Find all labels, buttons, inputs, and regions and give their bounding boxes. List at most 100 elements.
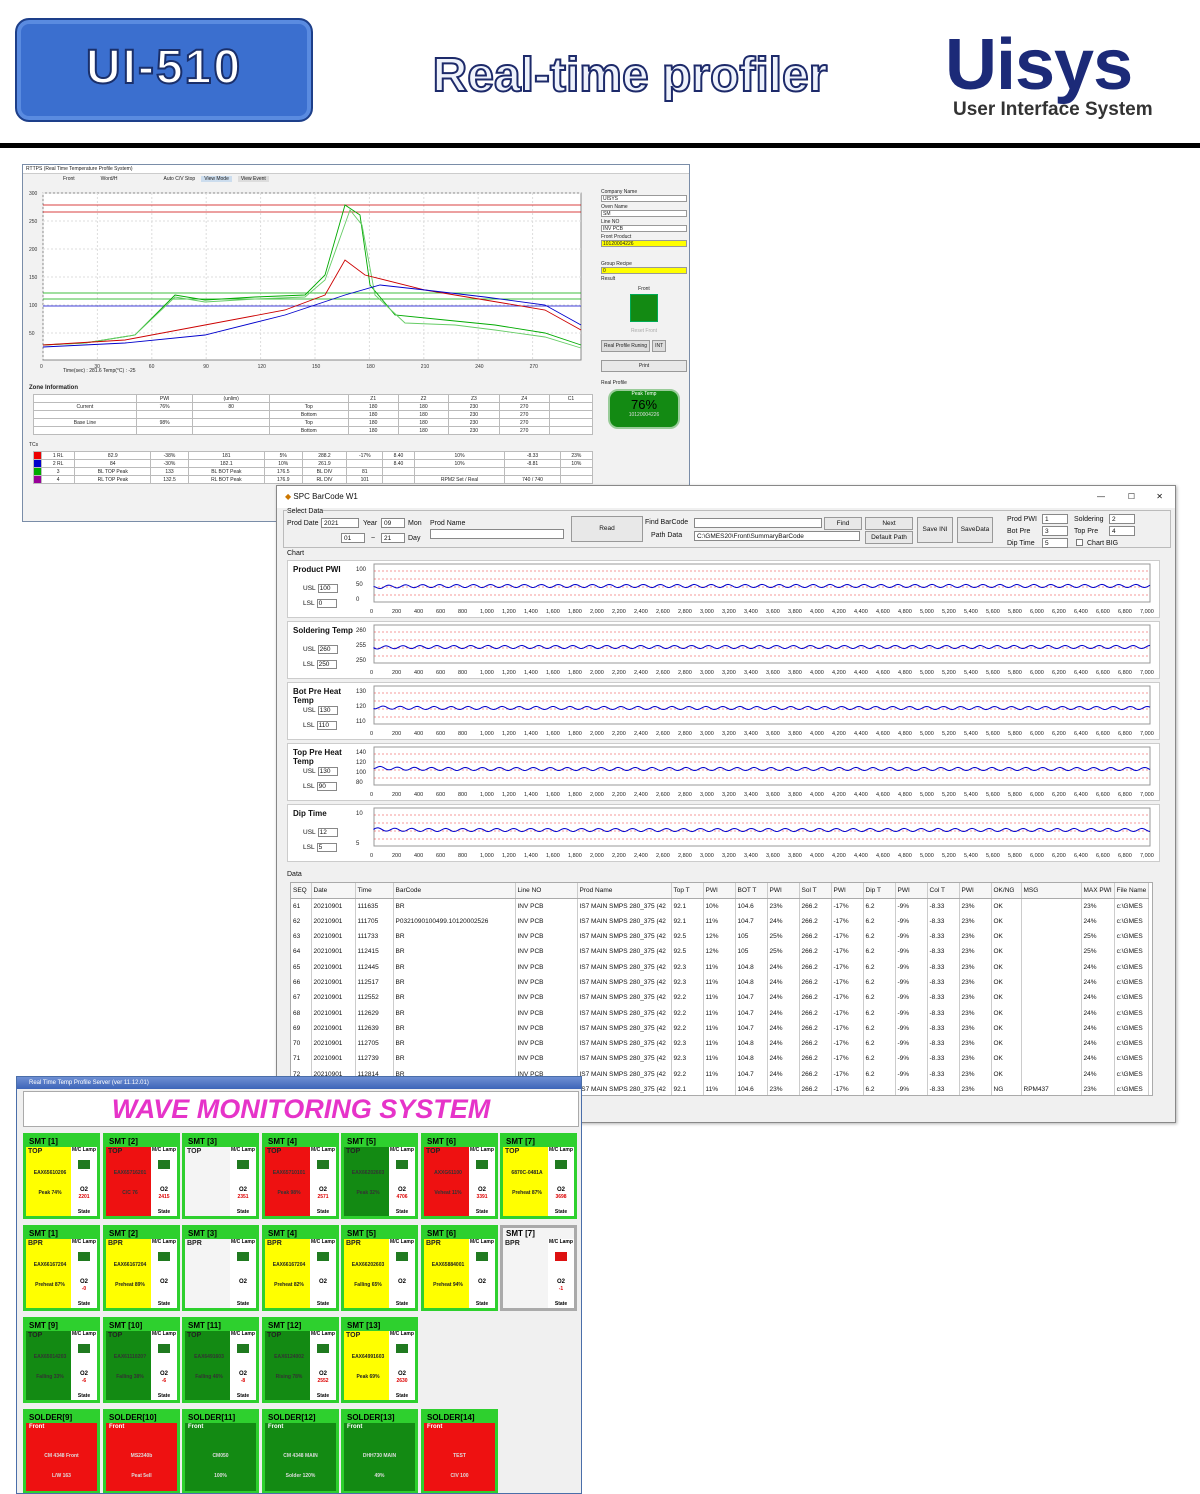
tab-view-event[interactable]: View Event (237, 176, 269, 182)
station-cell[interactable]: SMT [3] TOP M/C Lamp O2 2351 State (182, 1133, 259, 1219)
prod-name-input[interactable] (430, 529, 564, 539)
station-cell[interactable]: SMT [9] TOP EAX65014203 Falling 33% M/C … (23, 1317, 100, 1403)
table-row[interactable]: 69 20210901 112639 BR INV PCB IS7 MAIN SMPS 2… (291, 1020, 1150, 1036)
table-row[interactable]: 64 20210901 112415 BR INV PCB IS7 MAIN SMPS 2… (291, 944, 1150, 960)
tab-view-mode[interactable]: View Mode (201, 176, 232, 182)
front-product-field[interactable]: 10120004226 (601, 240, 687, 247)
mon-select[interactable]: 09 (381, 518, 405, 528)
int-button[interactable]: INT (652, 340, 667, 352)
year-select[interactable]: 2021 (321, 518, 359, 528)
table-row[interactable]: 66 20210901 112517 BR INV PCB IS7 MAIN SMPS 2… (291, 974, 1150, 991)
lsl-input[interactable]: 0 (316, 599, 337, 608)
minimize-icon[interactable]: — (1097, 486, 1105, 508)
column-header[interactable]: Date (311, 883, 356, 899)
reset-front-button[interactable]: Reset Front (601, 328, 687, 334)
station-cell[interactable]: SMT [3] BPR M/C Lamp O2 State (182, 1225, 259, 1311)
column-header[interactable]: BOT T (735, 883, 768, 899)
station-cell[interactable]: SMT [5] TOP EAX66202603 Peak 32% M/C Lam… (341, 1133, 418, 1219)
tab-front[interactable]: Front (63, 176, 75, 182)
maximize-icon[interactable]: ☐ (1128, 486, 1135, 508)
station-cell[interactable]: SMT [6] TOP AXXG61100 Veheat 11% M/C Lam… (421, 1133, 498, 1219)
top-pre-select[interactable]: 4 (1109, 526, 1135, 536)
station-cell[interactable]: SMT [6] BPR EAX65884001 Preheat 94% M/C … (421, 1225, 498, 1311)
real-profile-running-button[interactable]: Real Profile Runing (601, 340, 651, 352)
column-header[interactable]: PWI (895, 883, 928, 899)
station-cell[interactable]: SMT [7] TOP 6870C-0481A Preheat 87% M/C … (500, 1133, 577, 1219)
read-button[interactable]: Read (571, 516, 643, 542)
path-data-input[interactable]: C:\GMES20\Front\SummaryBarCode (694, 531, 860, 541)
dip-time-select[interactable]: 5 (1042, 538, 1068, 548)
station-cell[interactable]: SMT [5] BPR EAX66202603 Falling 65% M/C … (341, 1225, 418, 1311)
station-cell[interactable]: SMT [4] BPR EAX66167204 Preheat 82% M/C … (262, 1225, 339, 1311)
station-cell[interactable]: SMT [4] TOP EAX65710101 Peak 98% M/C Lam… (262, 1133, 339, 1219)
column-header[interactable]: BarCode (393, 883, 516, 899)
day-to-select[interactable]: 21 (381, 533, 405, 543)
column-header[interactable]: Time (355, 883, 394, 899)
column-header[interactable]: Line NO (515, 883, 578, 899)
usl-input[interactable]: 100 (317, 584, 338, 593)
find-barcode-input[interactable] (694, 518, 822, 528)
usl-input[interactable]: 260 (317, 645, 338, 654)
station-cell[interactable]: SMT [2] BPR EAX66167204 Preheat 89% M/C … (103, 1225, 180, 1311)
table-row[interactable]: 63 20210901 111733 BR INV PCB IS7 MAIN SMPS 2… (291, 928, 1150, 945)
line-field[interactable]: INV PCB (601, 225, 687, 232)
column-header[interactable]: PWI (703, 883, 736, 899)
column-header[interactable]: PWI (831, 883, 864, 899)
lsl-input[interactable]: 110 (316, 721, 337, 730)
station-cell[interactable]: SMT [11] TOP EAX6491603 Falling 46% M/C … (182, 1317, 259, 1403)
column-header[interactable]: MAX PWI (1081, 883, 1115, 899)
table-row[interactable]: 68 20210901 112629 BR INV PCB IS7 MAIN SMPS 2… (291, 1005, 1150, 1021)
column-header[interactable]: PWI (959, 883, 992, 899)
soldering-select[interactable]: 2 (1109, 514, 1135, 524)
solder-cell[interactable]: SOLDER[11] Front CM050 100% (182, 1409, 259, 1493)
prod-pwi-select[interactable]: 1 (1042, 514, 1068, 524)
station-cell[interactable]: SMT [13] TOP EAX64991603 Peak 69% M/C La… (341, 1317, 418, 1403)
station-cell[interactable]: SMT [7] BPR M/C Lamp O2 -1 State (500, 1225, 577, 1311)
find-button[interactable]: Find (824, 517, 862, 530)
close-icon[interactable]: ✕ (1156, 486, 1163, 508)
chart-big-checkbox[interactable] (1076, 539, 1083, 546)
column-header[interactable]: Dip T (863, 883, 896, 899)
solder-cell[interactable]: SOLDER[9] Front CM 4348 Front L/W 163 (23, 1409, 100, 1493)
table-row[interactable]: 61 20210901 111635 BR INV PCB IS7 MAIN SMPS 2… (291, 898, 1150, 914)
day-from-select[interactable]: 01 (341, 533, 365, 543)
solder-cell[interactable]: SOLDER[14] Front TEST CIV 100 (421, 1409, 498, 1493)
usl-input[interactable]: 12 (317, 828, 338, 837)
station-cell[interactable]: SMT [2] TOP EAX65716201 C/C 76 M/C Lamp … (103, 1133, 180, 1219)
tab-auto[interactable]: Auto C/V Stop (164, 176, 196, 182)
station-cell[interactable]: SMT [1] BPR EAX66167204 Preheat 87% M/C … (23, 1225, 100, 1311)
oven-field[interactable]: SM (601, 210, 687, 217)
column-header[interactable]: OK/NG (991, 883, 1022, 899)
column-header[interactable]: SEQ (291, 883, 312, 899)
column-header[interactable]: PWI (767, 883, 800, 899)
save-ini-button[interactable]: Save INI (917, 517, 953, 543)
usl-input[interactable]: 130 (317, 767, 338, 776)
save-data-button[interactable]: SaveData (957, 517, 993, 543)
default-path-button[interactable]: Default Path (865, 531, 913, 544)
table-row[interactable]: 62 20210901 111705 P0321090100499.101200025… (291, 913, 1150, 929)
next-button[interactable]: Next (865, 517, 913, 530)
company-field[interactable]: UISYS (601, 195, 687, 202)
table-row[interactable]: 65 20210901 112445 BR INV PCB IS7 MAIN SMPS 2… (291, 959, 1150, 975)
solder-cell[interactable]: SOLDER[13] Front DHH730 MAIN 49% (341, 1409, 418, 1493)
column-header[interactable]: Top T (671, 883, 704, 899)
tab-word[interactable]: Word/H (101, 176, 118, 182)
table-row[interactable]: 67 20210901 112552 BR INV PCB IS7 MAIN SMPS 2… (291, 990, 1150, 1006)
data-grid[interactable]: SEQ Date Time BarCode Line NO Prod Name Top TP… (290, 882, 1153, 1096)
table-row[interactable]: 71 20210901 112739 BR INV PCB IS7 MAIN SMPS 2… (291, 1051, 1150, 1067)
usl-input[interactable]: 130 (317, 706, 338, 715)
column-header[interactable]: Sol T (799, 883, 832, 899)
solder-cell[interactable]: SOLDER[10] Front MS2340b Peat 5ell (103, 1409, 180, 1493)
group-recipe-field[interactable]: 0 (601, 267, 687, 274)
column-header[interactable]: Col T (927, 883, 960, 899)
lsl-input[interactable]: 5 (316, 843, 337, 852)
column-header[interactable]: File Name (1114, 883, 1150, 899)
column-header[interactable]: Prod Name (577, 883, 672, 899)
solder-cell[interactable]: SOLDER[12] Front CM 4348 MAIN Solder 120… (262, 1409, 339, 1493)
lsl-input[interactable]: 250 (316, 660, 337, 669)
column-header[interactable]: MSG (1021, 883, 1082, 899)
station-cell[interactable]: SMT [10] TOP EAX6111020? Falling 38% M/C… (103, 1317, 180, 1403)
bot-pre-select[interactable]: 3 (1042, 526, 1068, 536)
table-row[interactable]: 70 20210901 112705 BR INV PCB IS7 MAIN SMPS 2… (291, 1035, 1150, 1052)
station-cell[interactable]: SMT [1] TOP EAX65610206 Peak 74% M/C Lam… (23, 1133, 100, 1219)
